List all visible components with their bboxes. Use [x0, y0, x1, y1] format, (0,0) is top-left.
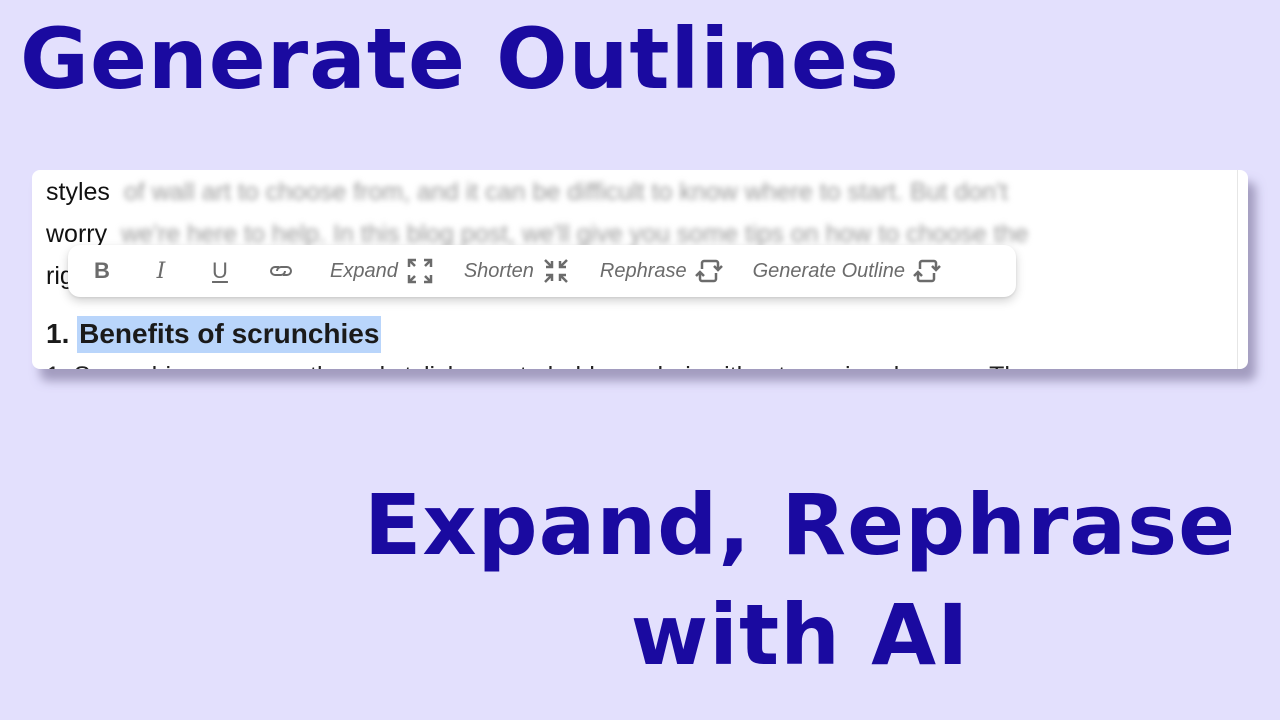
heading-number: 1.: [46, 318, 70, 349]
link-icon: [270, 266, 292, 276]
expand-arrows-icon: [407, 258, 433, 284]
generate-outline-label: Generate Outline: [752, 259, 905, 282]
editor-cutoff-line: 1. Scrunchies are a gentle and stylish w…: [46, 362, 1045, 369]
editor-text-line: styles of wall art to choose from, and it…: [46, 178, 1008, 207]
headline-line-1: Expand, Rephrase: [363, 476, 1237, 574]
refresh-cycle-icon: [694, 259, 723, 283]
headline-line-2: with AI: [630, 586, 970, 684]
bold-button[interactable]: B: [90, 251, 114, 291]
visible-text: styles: [46, 178, 110, 206]
shorten-label: Shorten: [463, 259, 534, 282]
shrink-arrows-icon: [544, 259, 568, 283]
underline-button[interactable]: U: [208, 251, 232, 291]
outline-heading[interactable]: 1. Benefits of scrunchies: [46, 316, 382, 353]
link-button[interactable]: [267, 251, 295, 291]
blurred-text: of wall art to choose from, and it can b…: [123, 178, 1008, 206]
expand-label: Expand: [330, 259, 398, 282]
generate-outline-button[interactable]: Generate Outline: [753, 251, 941, 291]
expand-button[interactable]: Expand: [330, 251, 434, 291]
editor-scroll-divider: [1237, 170, 1238, 369]
visible-text: worry: [46, 220, 108, 248]
refresh-cycle-icon: [913, 259, 941, 283]
blurred-text: we're here to help. In this blog post, w…: [121, 220, 1029, 248]
italic-button[interactable]: I: [149, 251, 173, 291]
floating-format-toolbar: B I U Expand Shorten Rephrase Generate O…: [68, 245, 1016, 297]
headline-generate-outlines: Generate Outlines: [20, 10, 900, 108]
headline-expand-rephrase: Expand, Rephrase with AI: [325, 470, 1275, 690]
shorten-button[interactable]: Shorten: [464, 251, 570, 291]
rephrase-button[interactable]: Rephrase: [600, 251, 723, 291]
rephrase-label: Rephrase: [599, 259, 687, 282]
selected-heading-text[interactable]: Benefits of scrunchies: [77, 316, 382, 353]
